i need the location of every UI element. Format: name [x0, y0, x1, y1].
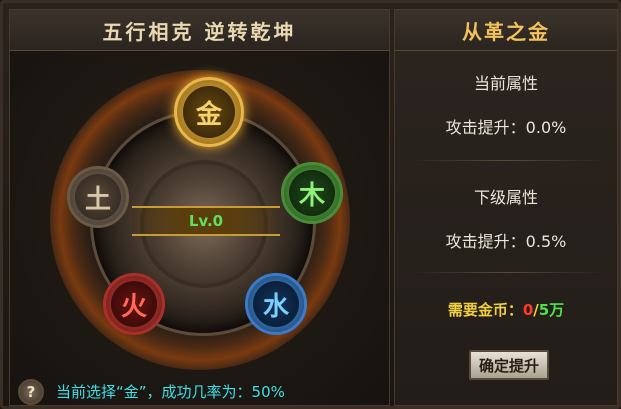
left-title-bar: 五行相克 逆转乾坤	[10, 10, 389, 51]
fire-glyph: 火	[120, 291, 147, 322]
level-bar: Lv.0	[132, 206, 280, 236]
panel-title: 五行相克 逆转乾坤	[102, 19, 297, 44]
level-label: Lv.0	[188, 212, 224, 230]
cost-need: 5万	[538, 301, 565, 319]
element-earth-button[interactable]: 土	[67, 166, 129, 228]
five-elements-panel: 五行相克 逆转乾坤 Lv.0 金 土 木 火 水 ? 当前选择“金”，成功几率为…	[9, 9, 390, 406]
attribute-panel: 从革之金 当前属性 攻击提升：0.0% 下级属性 攻击提升：0.5% 需要金币：…	[394, 9, 618, 406]
divider	[407, 160, 607, 161]
element-gold-button[interactable]: 金	[174, 77, 244, 147]
next-attribute-header: 下级属性	[473, 188, 538, 207]
gold-glyph: 金	[195, 99, 222, 130]
window-frame: 五行相克 逆转乾坤 Lv.0 金 土 木 火 水 ? 当前选择“金”，成功几率为…	[0, 0, 621, 409]
cost-have: 0	[522, 301, 534, 319]
current-attribute-header: 当前属性	[473, 74, 538, 93]
help-icon[interactable]: ?	[18, 379, 44, 405]
next-attribute-value: 攻击提升：0.5%	[445, 232, 567, 251]
gold-cost: 需要金币：0/5万	[395, 299, 617, 320]
divider	[407, 272, 607, 273]
right-title-bar: 从革之金	[395, 10, 617, 51]
confirm-upgrade-button[interactable]: 确定提升	[469, 350, 549, 380]
wood-glyph: 木	[298, 180, 325, 211]
earth-glyph: 土	[84, 184, 111, 215]
water-glyph: 水	[262, 291, 289, 322]
element-water-button[interactable]: 水	[245, 273, 307, 335]
attribute-title: 从革之金	[462, 19, 550, 44]
selection-status-text: 当前选择“金”，成功几率为：50%	[56, 383, 285, 401]
element-wood-button[interactable]: 木	[281, 162, 343, 224]
element-fire-button[interactable]: 火	[103, 273, 165, 335]
cost-label: 需要金币：	[447, 301, 523, 319]
current-attribute-value: 攻击提升：0.0%	[445, 118, 567, 137]
